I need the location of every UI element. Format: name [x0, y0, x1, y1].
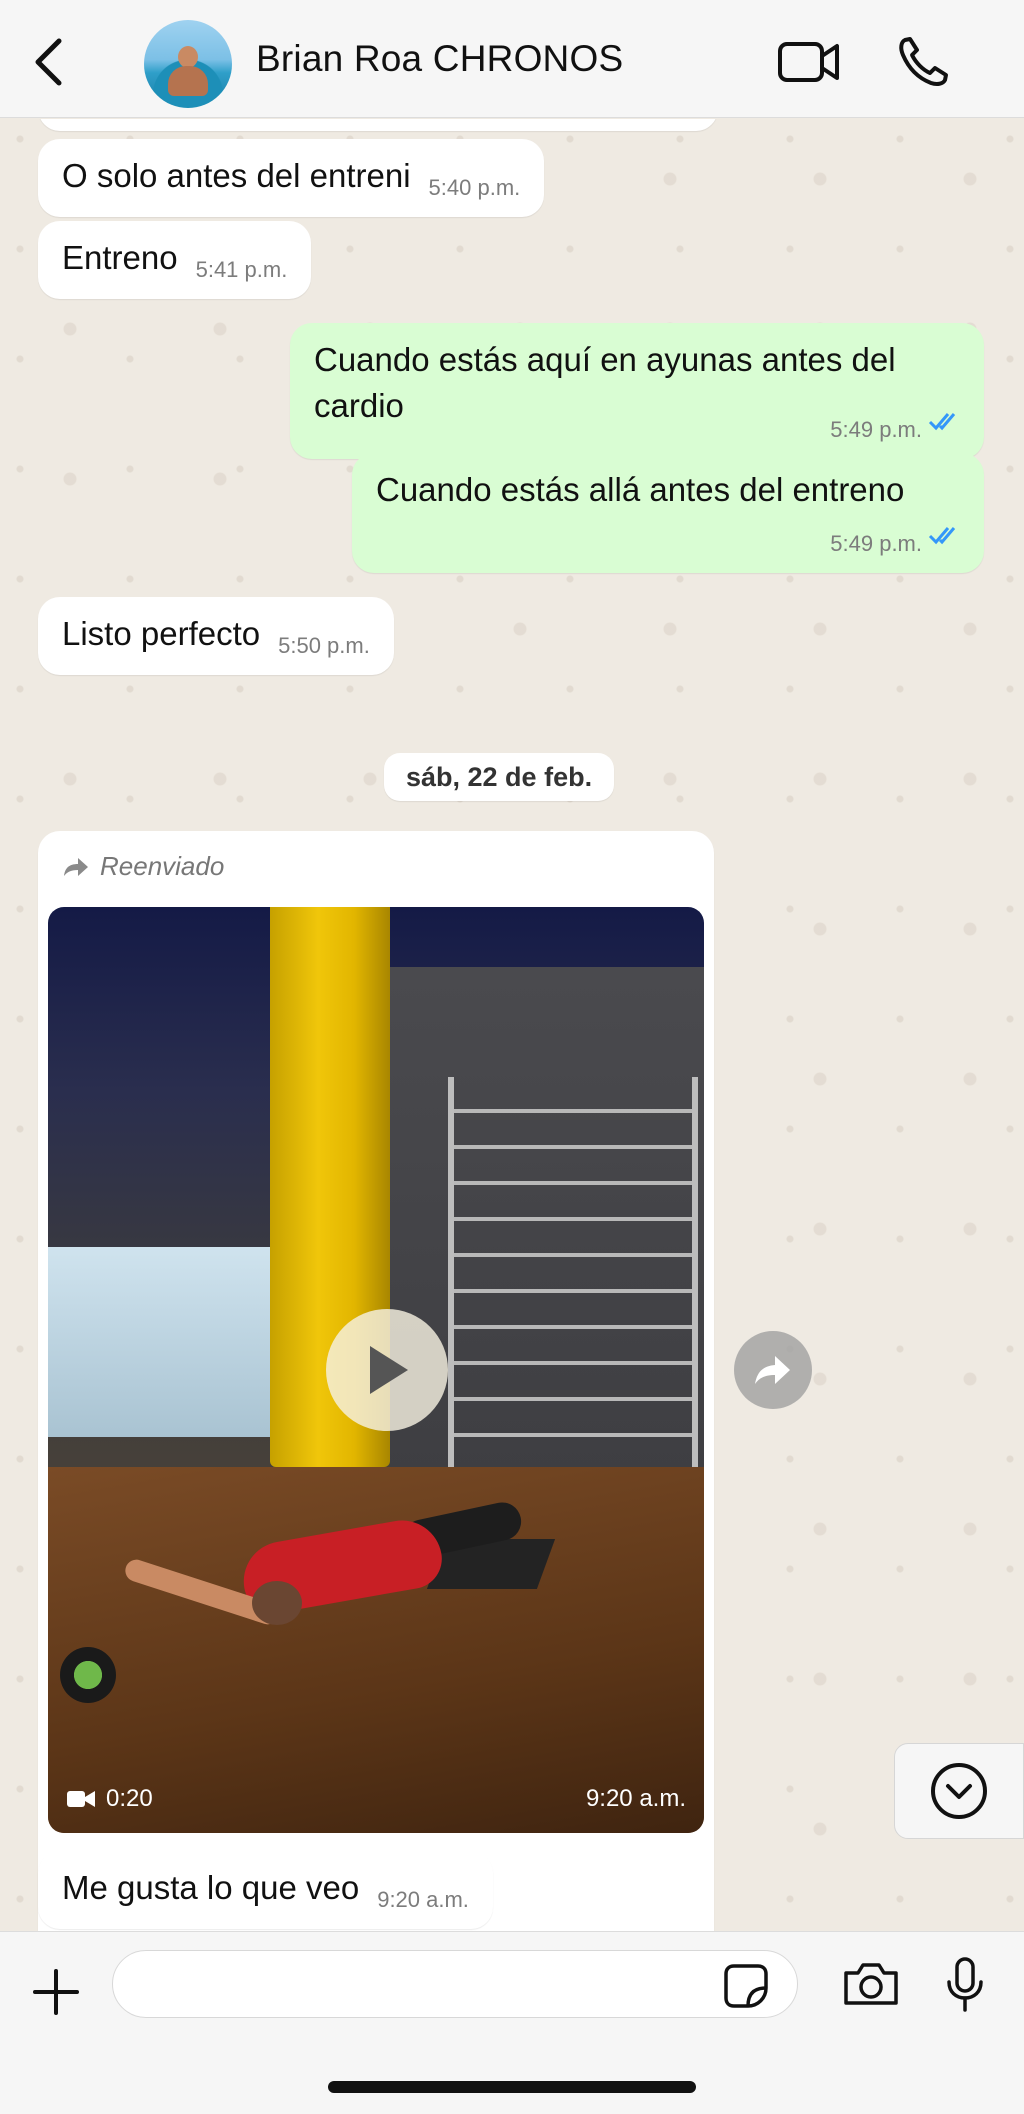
message-text: Listo perfecto: [62, 615, 261, 652]
message-bubble-incoming[interactable]: Me gusta lo que veo 9:20 a.m.: [38, 1851, 493, 1929]
forwarded-text: Reenviado: [100, 851, 225, 881]
video-call-button[interactable]: [774, 36, 844, 88]
scroll-to-bottom-button[interactable]: [894, 1743, 1024, 1839]
message-text: Cuando estás aquí en ayunas antes del: [314, 341, 896, 378]
message-time: 5:49 p.m.: [830, 417, 922, 442]
gym-window: [48, 1247, 270, 1437]
double-check-icon: [928, 397, 960, 443]
ab-wheel: [60, 1647, 116, 1703]
date-separator: sáb, 22 de feb.: [384, 753, 615, 801]
message-text: Me gusta lo que veo: [62, 1869, 360, 1906]
double-check-icon: [928, 511, 960, 557]
video-camera-icon: [778, 42, 839, 82]
message-bubble-incoming[interactable]: O solo antes del entreni 5:40 p.m.: [38, 139, 545, 217]
message-bubble-incoming[interactable]: Entreno 5:41 p.m.: [38, 221, 312, 299]
plus-icon: [33, 1969, 79, 2015]
chevron-down-circle-icon: [931, 1763, 987, 1819]
chevron-left-icon: [35, 38, 62, 86]
message-bubble-incoming[interactable]: Listo perfecto 5:50 p.m.: [38, 597, 394, 675]
chat-header: Brian Roa CHRONOS: [0, 0, 1024, 118]
share-button[interactable]: [734, 1331, 812, 1409]
message-text: O solo antes del entreni: [62, 157, 411, 194]
play-icon: [370, 1346, 408, 1394]
message-time: 9:20 a.m.: [377, 1887, 469, 1912]
video-thumbnail[interactable]: 0:20 9:20 a.m.: [48, 907, 704, 1833]
home-indicator[interactable]: [328, 2081, 696, 2093]
video-message-bubble[interactable]: Reenviado 0:20 9:20 a.m.: [38, 831, 714, 1931]
wall-bars: [448, 1077, 698, 1497]
message-input[interactable]: [112, 1950, 798, 2018]
message-bubble-outgoing[interactable]: Cuando estás allá antes del entreno 5:49…: [352, 453, 984, 573]
duration-text: 0:20: [106, 1785, 153, 1812]
contact-name[interactable]: Brian Roa CHRONOS: [256, 38, 623, 80]
contact-avatar[interactable]: [144, 20, 232, 108]
message-bubble-partial: [38, 119, 718, 131]
camera-button[interactable]: [838, 1956, 904, 2012]
video-camera-icon: [67, 1791, 95, 1807]
microphone-icon: [947, 1957, 983, 2012]
voice-message-button[interactable]: [940, 1954, 990, 2016]
chat-area[interactable]: O solo antes del entreni 5:40 p.m. Entren…: [0, 119, 1024, 1931]
message-bubble-outgoing[interactable]: Cuando estás aquí en ayunas antes del ca…: [290, 323, 984, 459]
message-time: 5:40 p.m.: [428, 175, 521, 200]
message-time: 5:41 p.m.: [195, 257, 288, 282]
phone-icon: [899, 37, 948, 86]
forwarded-label: Reenviado: [62, 851, 224, 882]
composer-bar: [0, 1931, 1024, 2114]
message-time: 5:49 p.m.: [830, 531, 922, 556]
message-time: 9:20 a.m.: [585, 1785, 686, 1812]
attach-button[interactable]: [28, 1964, 84, 2020]
message-time: 5:50 p.m.: [278, 633, 370, 658]
message-text: Cuando estás allá antes del entreno: [376, 471, 905, 508]
forward-arrow-icon: [755, 1356, 790, 1384]
sticker-icon: [724, 1964, 768, 2008]
camera-icon: [844, 1963, 898, 2005]
play-button[interactable]: [326, 1309, 448, 1431]
voice-call-button[interactable]: [888, 36, 958, 88]
video-duration: 0:20: [66, 1785, 153, 1813]
sticker-button[interactable]: [722, 1962, 770, 2010]
person-exercising: [102, 1491, 525, 1641]
forward-arrow-icon: [64, 857, 88, 876]
message-text: Entreno: [62, 239, 178, 276]
back-button[interactable]: [26, 34, 70, 90]
